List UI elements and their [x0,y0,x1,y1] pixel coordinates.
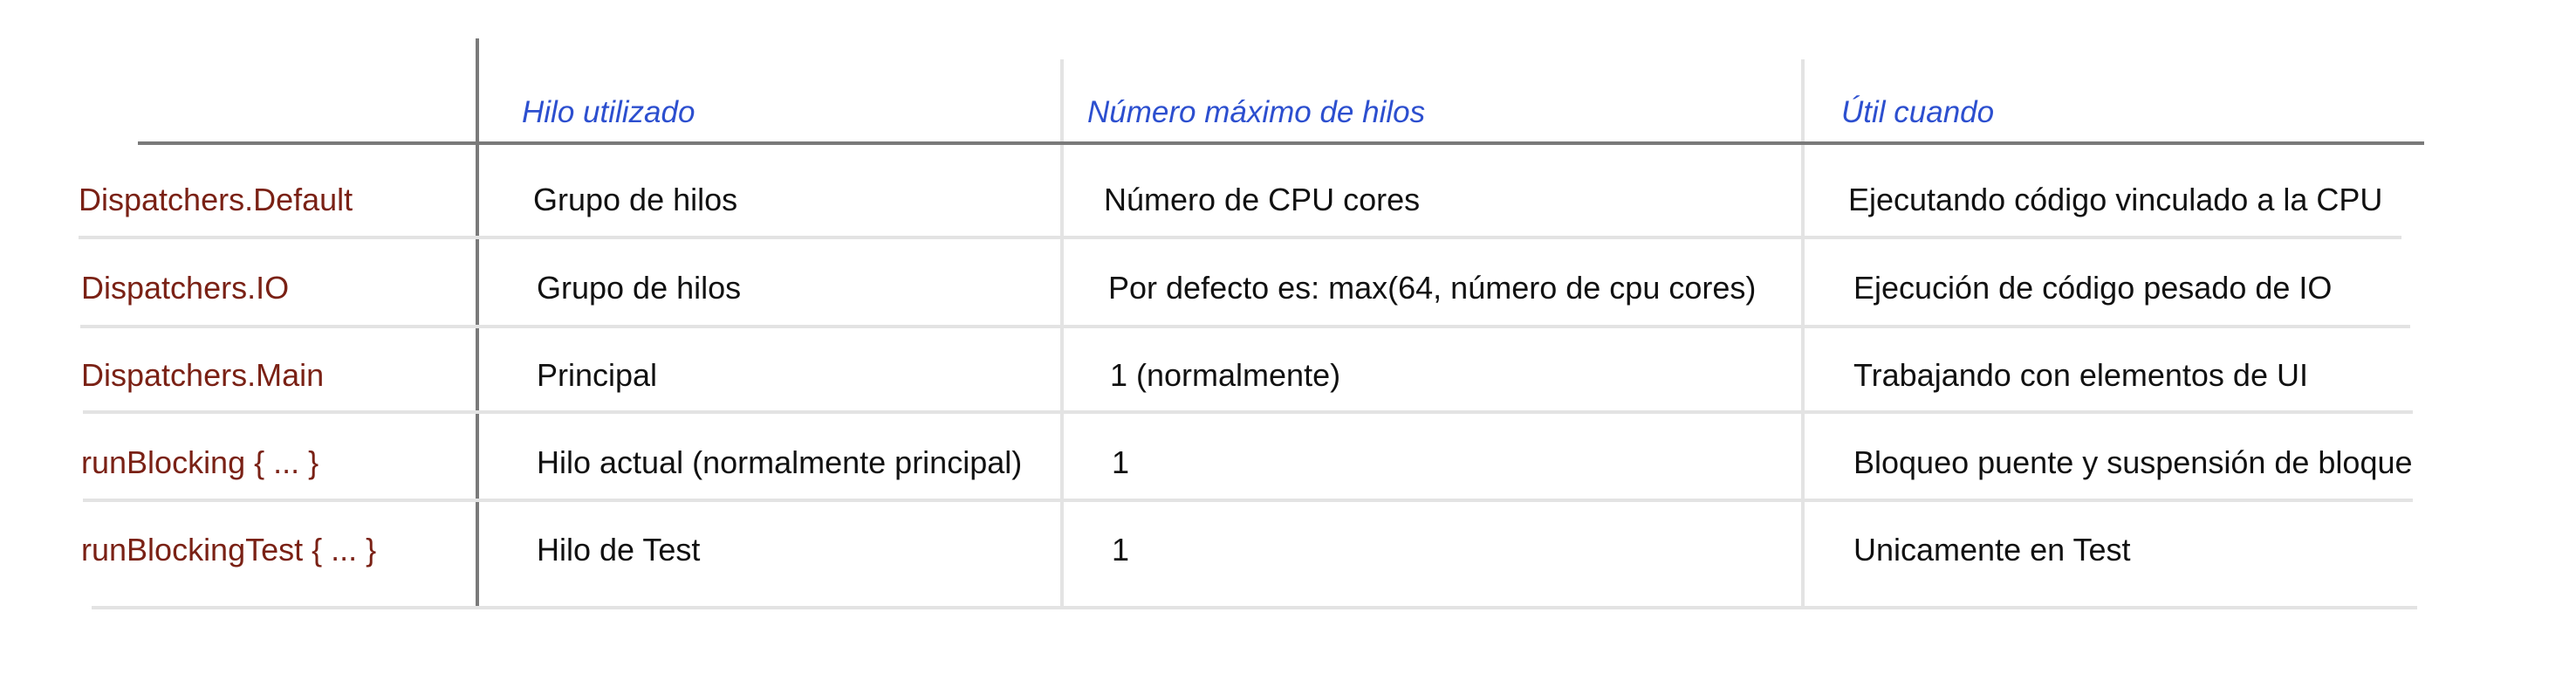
max-threads-cell: 1 [1112,444,1130,480]
useful-when-cell: Bloqueo puente y suspensión de bloque [1853,444,2413,480]
row-divider-3 [83,410,2413,414]
header-max-threads: Número máximo de hilos [1087,95,1426,129]
useful-when-cell: Ejecutando código vinculado a la CPU [1848,182,2383,217]
vertical-divider-main [476,38,479,606]
dispatcher-name: runBlocking { ... } [81,444,319,480]
header-thread-used: Hilo utilizado [522,95,695,129]
max-threads-cell: 1 [1112,532,1130,568]
dispatcher-name: Dispatchers.Default [79,182,353,217]
header-useful-when: Útil cuando [1841,95,1995,129]
thread-used-cell: Grupo de hilos [537,270,742,306]
thread-used-cell: Principal [537,357,658,393]
max-threads-cell: 1 (normalmente) [1110,357,1341,393]
useful-when-cell: Unicamente en Test [1853,532,2131,568]
thread-used-cell: Grupo de hilos [533,182,738,217]
max-threads-cell: Número de CPU cores [1104,182,1421,217]
thread-used-cell: Hilo actual (normalmente principal) [537,444,1023,480]
row-divider-4 [83,499,2413,502]
useful-when-cell: Ejecución de código pesado de IO [1853,270,2333,306]
dispatcher-name: Dispatchers.IO [81,270,290,306]
dispatcher-name: runBlockingTest { ... } [81,532,377,568]
useful-when-cell: Trabajando con elementos de UI [1853,357,2308,393]
row-divider-bottom [92,606,2417,609]
thread-used-cell: Hilo de Test [537,532,701,568]
max-threads-cell: Por defecto es: max(64, número de cpu co… [1108,270,1757,306]
header-divider [138,141,2424,145]
dispatcher-name: Dispatchers.Main [81,357,325,393]
row-divider-1 [79,236,2401,239]
row-divider-2 [80,325,2410,328]
dispatchers-table: Hilo utilizado Número máximo de hilos Út… [0,0,2576,688]
